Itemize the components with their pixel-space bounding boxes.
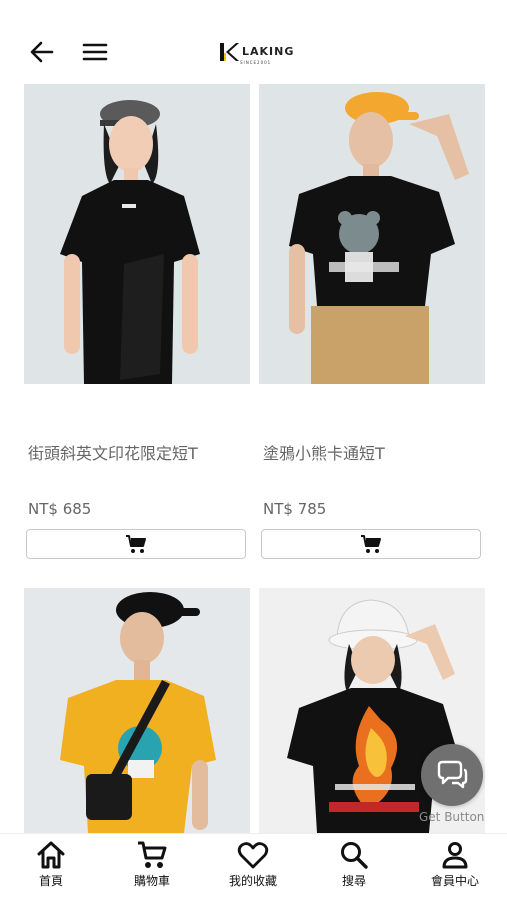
top-bar: LAKING SINCE2001 — [0, 0, 507, 84]
heart-icon — [237, 842, 269, 869]
cart-icon — [126, 535, 146, 553]
nav-item-member[interactable]: 會員中心 — [410, 840, 500, 889]
product-image[interactable] — [24, 588, 250, 833]
nav-label: 購物車 — [133, 874, 170, 888]
arrow-left-icon — [30, 41, 54, 63]
product-image[interactable] — [24, 84, 250, 384]
nav-label: 會員中心 — [430, 874, 479, 888]
cart-icon — [138, 841, 167, 868]
search-icon — [341, 842, 368, 869]
nav-item-favorites[interactable]: 我的收藏 — [208, 840, 298, 889]
nav-item-search[interactable]: 搜尋 — [309, 840, 399, 889]
fab-label: Get Button — [419, 810, 485, 824]
user-icon — [442, 842, 468, 869]
menu-button[interactable] — [80, 38, 110, 66]
product-name[interactable]: 街頭斜英文印花限定短T — [28, 440, 198, 464]
back-button[interactable] — [28, 38, 56, 66]
hamburger-menu-icon — [82, 43, 108, 61]
cart-icon — [361, 535, 381, 553]
chat-floating-button[interactable] — [421, 744, 483, 806]
chat-bubbles-icon — [437, 760, 468, 789]
logo-mark-icon — [220, 43, 239, 61]
add-to-cart-button[interactable] — [26, 529, 246, 559]
brand-logo[interactable]: LAKING SINCE2001 — [218, 40, 295, 65]
nav-item-cart[interactable]: 購物車 — [107, 840, 197, 889]
add-to-cart-button[interactable] — [261, 529, 481, 559]
logo-text: LAKING — [242, 44, 295, 58]
logo-subtext: SINCE2001 — [240, 59, 272, 65]
nav-item-home[interactable]: 首頁 — [6, 840, 96, 889]
home-icon — [37, 841, 65, 869]
nav-label: 首頁 — [38, 874, 63, 888]
product-price: NT$ 685 — [28, 500, 92, 518]
bottom-navigation: 首頁 購物車 我的收藏 搜尋 會員中心 — [0, 833, 507, 900]
nav-label: 搜尋 — [341, 874, 366, 888]
product-image[interactable] — [259, 84, 485, 384]
nav-label: 我的收藏 — [228, 874, 277, 888]
product-price: NT$ 785 — [263, 500, 327, 518]
product-name[interactable]: 塗鴉小熊卡通短T — [263, 440, 385, 464]
